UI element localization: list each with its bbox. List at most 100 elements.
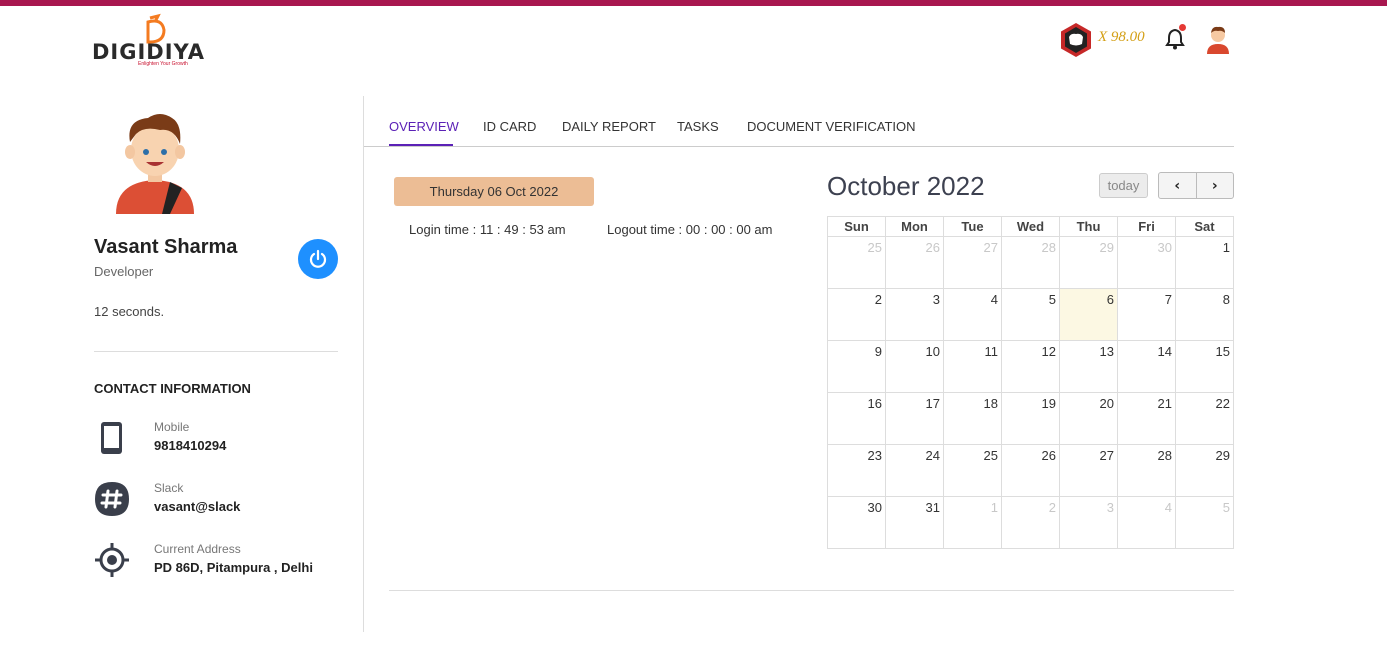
contact-slack: Slack vasant@slack bbox=[94, 481, 354, 526]
coin-badge-icon[interactable] bbox=[1059, 22, 1093, 63]
calendar-day-cell[interactable]: 17 bbox=[885, 392, 944, 445]
calendar-day-cell[interactable]: 18 bbox=[943, 392, 1002, 445]
calendar-day-cell[interactable]: 10 bbox=[885, 340, 944, 393]
calendar-title: October 2022 bbox=[827, 171, 985, 201]
calendar-day-cell[interactable]: 27 bbox=[1059, 444, 1118, 497]
calendar-day-cell[interactable]: 24 bbox=[885, 444, 944, 497]
calendar-day-cell[interactable]: 3 bbox=[1059, 496, 1118, 549]
calendar-day-cell[interactable]: 29 bbox=[1059, 236, 1118, 289]
calendar-day-cell[interactable]: 26 bbox=[1001, 444, 1060, 497]
power-icon bbox=[309, 249, 327, 268]
weekday-header: Thu bbox=[1059, 216, 1118, 237]
divider bbox=[389, 590, 1234, 591]
calendar-day-cell[interactable]: 19 bbox=[1001, 392, 1060, 445]
calendar-day-cell[interactable]: 21 bbox=[1117, 392, 1176, 445]
calendar-day-cell[interactable]: 26 bbox=[885, 236, 944, 289]
calendar-day-cell[interactable]: 20 bbox=[1059, 392, 1118, 445]
weekday-header: Sat bbox=[1175, 216, 1234, 237]
notification-bell-icon[interactable] bbox=[1165, 28, 1185, 55]
calendar-day-cell[interactable]: 2 bbox=[827, 288, 886, 341]
tab-overview[interactable]: OVERVIEW bbox=[389, 119, 459, 134]
calendar-grid: Sun Mon Tue Wed Thu Fri Sat 25 26 27 28 29 30… bbox=[827, 216, 1234, 549]
location-icon bbox=[95, 543, 129, 577]
calendar-day-cell[interactable]: 28 bbox=[1117, 444, 1176, 497]
contact-value: PD 86D, Pitampura , Delhi bbox=[154, 560, 313, 575]
brand-logo[interactable]: DIGIDIYA Enlighten Your Growth bbox=[92, 10, 222, 70]
calendar-day-cell[interactable]: 31 bbox=[885, 496, 944, 549]
logo-tagline: Enlighten Your Growth bbox=[138, 61, 188, 67]
calendar-day-cell[interactable]: 29 bbox=[1175, 444, 1234, 497]
calendar-day-cell[interactable]: 1 bbox=[1175, 236, 1234, 289]
calendar-day-cell[interactable]: 14 bbox=[1117, 340, 1176, 393]
next-month-button[interactable]: › bbox=[1197, 173, 1234, 198]
tab-tasks[interactable]: TASKS bbox=[677, 119, 719, 134]
calendar-day-cell[interactable]: 4 bbox=[1117, 496, 1176, 549]
contact-label: Mobile bbox=[154, 420, 190, 434]
calendar-day-cell[interactable]: 28 bbox=[1001, 236, 1060, 289]
calendar-day-cell[interactable]: 2 bbox=[1001, 496, 1060, 549]
calendar-day-cell[interactable]: 6 bbox=[1059, 288, 1118, 341]
contact-label: Current Address bbox=[154, 542, 241, 556]
calendar-week-row: 23 24 25 26 27 28 29 bbox=[827, 444, 1234, 497]
notification-dot bbox=[1179, 24, 1186, 31]
calendar-day-cell[interactable]: 22 bbox=[1175, 392, 1234, 445]
profile-avatar bbox=[110, 106, 200, 219]
contact-label: Slack bbox=[154, 481, 184, 495]
contact-heading: CONTACT INFORMATION bbox=[94, 381, 251, 396]
current-date-badge: Thursday 06 Oct 2022 bbox=[394, 177, 594, 206]
calendar-day-cell[interactable]: 13 bbox=[1059, 340, 1118, 393]
today-button[interactable]: today bbox=[1099, 173, 1148, 198]
calendar-day-cell[interactable]: 7 bbox=[1117, 288, 1176, 341]
weekday-header: Sun bbox=[827, 216, 886, 237]
prev-month-button[interactable]: ‹ bbox=[1159, 173, 1197, 198]
calendar-day-cell[interactable]: 23 bbox=[827, 444, 886, 497]
profile-name: Vasant Sharma bbox=[94, 236, 238, 258]
calendar-day-cell[interactable]: 12 bbox=[1001, 340, 1060, 393]
calendar-day-cell[interactable]: 30 bbox=[1117, 236, 1176, 289]
contact-address: Current Address PD 86D, Pitampura , Delh… bbox=[94, 542, 354, 587]
calendar-week-row: 16 17 18 19 20 21 22 bbox=[827, 392, 1234, 445]
logo-mark-icon bbox=[146, 13, 166, 44]
calendar-week-row: 25 26 27 28 29 30 1 bbox=[827, 236, 1234, 289]
profile-role: Developer bbox=[94, 264, 154, 279]
calendar-day-cell[interactable]: 16 bbox=[827, 392, 886, 445]
weekday-header: Mon bbox=[885, 216, 944, 237]
mobile-icon bbox=[101, 422, 122, 454]
weekday-header-row: Sun Mon Tue Wed Thu Fri Sat bbox=[827, 216, 1234, 237]
session-elapsed: 12 seconds. bbox=[94, 304, 165, 319]
calendar-week-row: 2345678 bbox=[827, 288, 1234, 341]
calendar-week-row: 30 31 1 2 3 4 5 bbox=[827, 496, 1234, 549]
tab-id-card[interactable]: ID CARD bbox=[483, 119, 536, 134]
tab-document-verification[interactable]: DOCUMENT VERIFICATION bbox=[747, 119, 916, 134]
logout-power-button[interactable] bbox=[298, 239, 338, 279]
calendar-day-cell[interactable]: 1 bbox=[943, 496, 1002, 549]
coin-balance: X 98.00 bbox=[1098, 29, 1145, 45]
calendar-day-cell[interactable]: 3 bbox=[885, 288, 944, 341]
calendar-nav: ‹ › bbox=[1158, 172, 1234, 199]
weekday-header: Fri bbox=[1117, 216, 1176, 237]
calendar-day-cell[interactable]: 5 bbox=[1001, 288, 1060, 341]
calendar-day-cell[interactable]: 30 bbox=[827, 496, 886, 549]
active-tab-indicator bbox=[389, 144, 453, 146]
tab-daily-report[interactable]: DAILY REPORT bbox=[562, 119, 656, 134]
top-accent-bar bbox=[0, 0, 1387, 6]
calendar-day-cell[interactable]: 15 bbox=[1175, 340, 1234, 393]
profile-tabs: OVERVIEW ID CARD DAILY REPORT TASKS DOCU… bbox=[364, 104, 1234, 147]
column-divider bbox=[363, 96, 364, 632]
calendar-week-row: 9 10 11 12 13 14 15 bbox=[827, 340, 1234, 393]
calendar-day-cell[interactable]: 25 bbox=[827, 236, 886, 289]
calendar-day-cell[interactable]: 25 bbox=[943, 444, 1002, 497]
calendar-day-cell[interactable]: 11 bbox=[943, 340, 1002, 393]
login-time: Login time : 11 : 49 : 53 am bbox=[409, 222, 566, 237]
slack-icon bbox=[95, 482, 129, 516]
calendar-day-cell[interactable]: 27 bbox=[943, 236, 1002, 289]
calendar-day-cell[interactable]: 8 bbox=[1175, 288, 1234, 341]
calendar-day-cell[interactable]: 5 bbox=[1175, 496, 1234, 549]
weekday-header: Wed bbox=[1001, 216, 1060, 237]
calendar-day-cell[interactable]: 9 bbox=[827, 340, 886, 393]
user-avatar[interactable] bbox=[1204, 24, 1232, 59]
logout-time: Logout time : 00 : 00 : 00 am bbox=[607, 222, 773, 237]
calendar-day-cell[interactable]: 4 bbox=[943, 288, 1002, 341]
weekday-header: Tue bbox=[943, 216, 1002, 237]
contact-value: 9818410294 bbox=[154, 438, 227, 453]
